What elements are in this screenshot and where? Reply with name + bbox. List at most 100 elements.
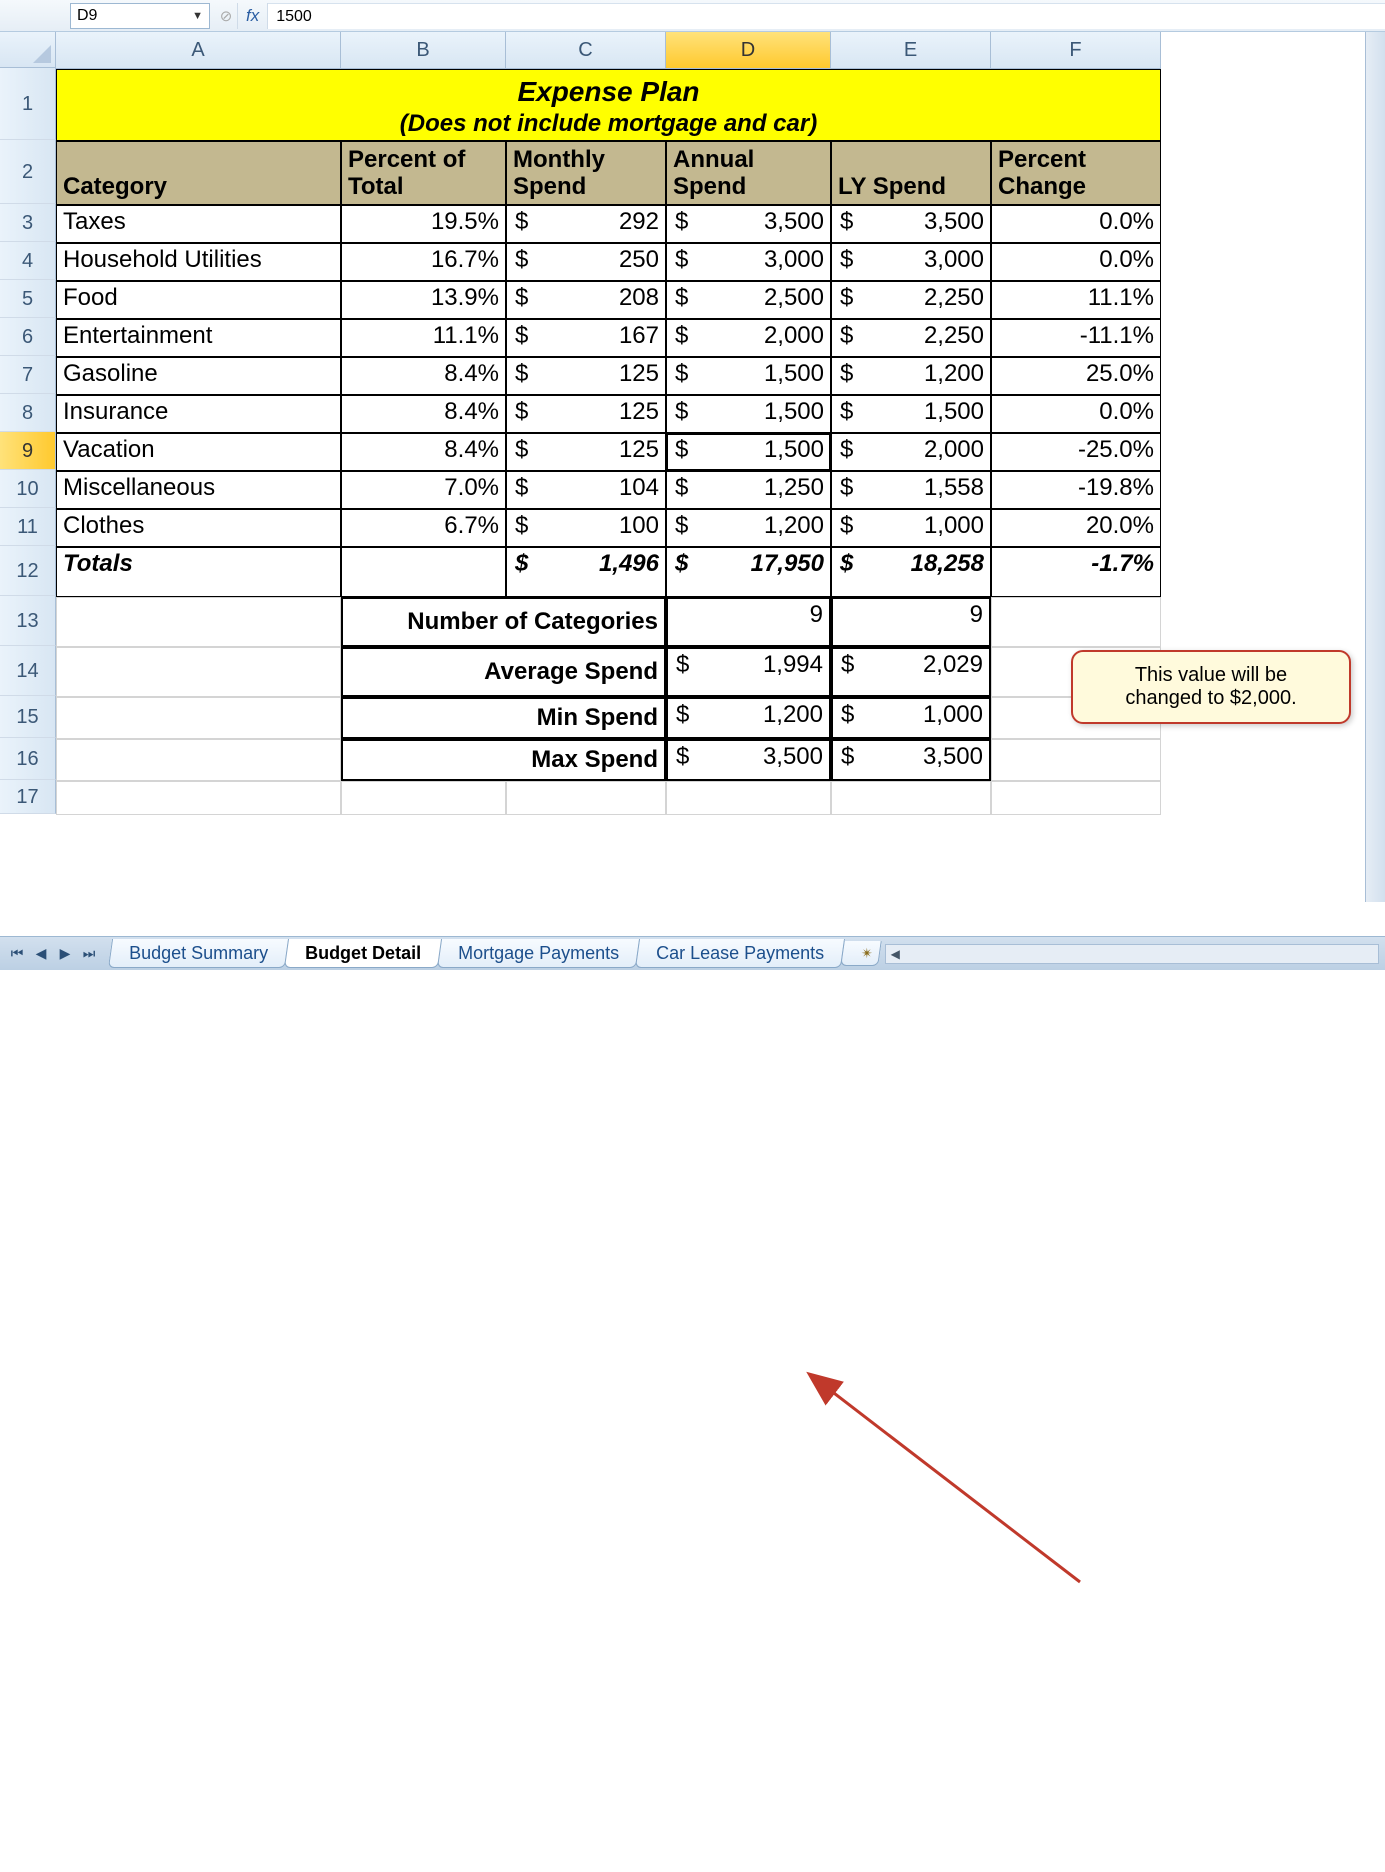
cell[interactable]: 8.4% (341, 395, 506, 433)
row-header-8[interactable]: 8 (0, 394, 56, 432)
empty-cell[interactable] (56, 597, 341, 647)
cell[interactable]: $1,500 (666, 433, 831, 471)
cell[interactable]: 11.1% (991, 281, 1161, 319)
empty-cell[interactable] (56, 739, 341, 781)
cell[interactable]: $167 (506, 319, 666, 357)
cell[interactable]: $125 (506, 433, 666, 471)
cell[interactable]: 13.9% (341, 281, 506, 319)
cell[interactable]: $17,950 (666, 547, 831, 597)
cell[interactable]: $1,496 (506, 547, 666, 597)
stat-value-d[interactable]: $1,994 (666, 647, 831, 697)
cell[interactable]: -25.0% (991, 433, 1161, 471)
column-header-E[interactable]: E (831, 32, 991, 69)
cell[interactable]: $1,500 (666, 395, 831, 433)
cell[interactable]: Entertainment (56, 319, 341, 357)
cell[interactable]: $1,200 (831, 357, 991, 395)
cell[interactable]: 0.0% (991, 243, 1161, 281)
row-header-17[interactable]: 17 (0, 780, 56, 814)
cell[interactable]: -1.7% (991, 547, 1161, 597)
cell[interactable]: 16.7% (341, 243, 506, 281)
cell[interactable]: $2,250 (831, 281, 991, 319)
row-header-9[interactable]: 9 (0, 432, 56, 470)
header-B[interactable]: Percent of Total (341, 141, 506, 205)
select-all-corner[interactable] (0, 32, 56, 68)
name-box[interactable]: D9 ▼ (70, 3, 210, 29)
cell[interactable]: $3,000 (831, 243, 991, 281)
cell[interactable]: 7.0% (341, 471, 506, 509)
empty-cell[interactable] (666, 781, 831, 815)
header-A[interactable]: Category (56, 141, 341, 205)
cell[interactable]: 0.0% (991, 395, 1161, 433)
cell[interactable]: 8.4% (341, 357, 506, 395)
row-header-10[interactable]: 10 (0, 470, 56, 508)
cell[interactable]: $2,250 (831, 319, 991, 357)
sheet-tab[interactable]: Car Lease Payments (635, 939, 845, 968)
sheet-tab[interactable]: Budget Detail (284, 939, 442, 968)
row-header-16[interactable]: 16 (0, 738, 56, 780)
cell[interactable]: $3,500 (831, 205, 991, 243)
tab-nav-next-icon[interactable]: ▶ (56, 945, 74, 963)
new-sheet-tab[interactable]: ✴ (840, 941, 882, 966)
cell[interactable]: Vacation (56, 433, 341, 471)
cell[interactable]: $292 (506, 205, 666, 243)
row-header-11[interactable]: 11 (0, 508, 56, 546)
formula-input[interactable]: 1500 (268, 3, 1385, 29)
stat-label[interactable]: Number of Categories (341, 597, 666, 647)
stat-label[interactable]: Average Spend (341, 647, 666, 697)
cell[interactable]: $18,258 (831, 547, 991, 597)
cell[interactable]: 19.5% (341, 205, 506, 243)
stat-value-e[interactable]: 9 (831, 597, 991, 647)
stat-label[interactable]: Max Spend (341, 739, 666, 781)
empty-cell[interactable] (56, 781, 341, 815)
row-header-12[interactable]: 12 (0, 546, 56, 596)
cell[interactable]: Household Utilities (56, 243, 341, 281)
stat-value-e[interactable]: $3,500 (831, 739, 991, 781)
empty-cell[interactable] (56, 697, 341, 739)
stat-value-e[interactable]: $1,000 (831, 697, 991, 739)
row-header-2[interactable]: 2 (0, 140, 56, 204)
empty-cell[interactable] (991, 781, 1161, 815)
column-header-D[interactable]: D (666, 32, 831, 69)
cell[interactable]: Gasoline (56, 357, 341, 395)
column-header-B[interactable]: B (341, 32, 506, 69)
stat-label[interactable]: Min Spend (341, 697, 666, 739)
row-header-1[interactable]: 1 (0, 68, 56, 140)
cell[interactable]: $1,000 (831, 509, 991, 547)
stat-value-d[interactable]: $1,200 (666, 697, 831, 739)
cell[interactable]: $208 (506, 281, 666, 319)
column-header-A[interactable]: A (56, 32, 341, 69)
sheet-tab[interactable]: Budget Summary (108, 939, 289, 968)
tab-nav-last-icon[interactable]: ⏭ (80, 945, 98, 963)
cell[interactable] (341, 547, 506, 597)
cell[interactable]: $250 (506, 243, 666, 281)
cell[interactable]: Insurance (56, 395, 341, 433)
header-D[interactable]: Annual Spend (666, 141, 831, 205)
cell[interactable]: 6.7% (341, 509, 506, 547)
column-header-C[interactable]: C (506, 32, 666, 69)
row-header-4[interactable]: 4 (0, 242, 56, 280)
cell[interactable]: $1,250 (666, 471, 831, 509)
cell[interactable]: $1,558 (831, 471, 991, 509)
cell[interactable]: -11.1% (991, 319, 1161, 357)
cell[interactable]: -19.8% (991, 471, 1161, 509)
name-box-dropdown-icon[interactable]: ▼ (192, 10, 203, 22)
cell[interactable]: $1,500 (831, 395, 991, 433)
cell[interactable]: $125 (506, 395, 666, 433)
cell[interactable]: $125 (506, 357, 666, 395)
row-header-5[interactable]: 5 (0, 280, 56, 318)
empty-cell[interactable] (56, 647, 341, 697)
column-header-F[interactable]: F (991, 32, 1161, 69)
cell[interactable]: 8.4% (341, 433, 506, 471)
empty-cell[interactable] (831, 781, 991, 815)
cell[interactable]: $2,000 (831, 433, 991, 471)
cell[interactable]: Clothes (56, 509, 341, 547)
sheet-tab[interactable]: Mortgage Payments (437, 939, 640, 968)
empty-cell[interactable] (991, 597, 1161, 647)
row-header-3[interactable]: 3 (0, 204, 56, 242)
tab-nav-prev-icon[interactable]: ◀ (32, 945, 50, 963)
cell[interactable]: 20.0% (991, 509, 1161, 547)
header-C[interactable]: Monthly Spend (506, 141, 666, 205)
cell[interactable]: $1,500 (666, 357, 831, 395)
empty-cell[interactable] (506, 781, 666, 815)
row-header-14[interactable]: 14 (0, 646, 56, 696)
